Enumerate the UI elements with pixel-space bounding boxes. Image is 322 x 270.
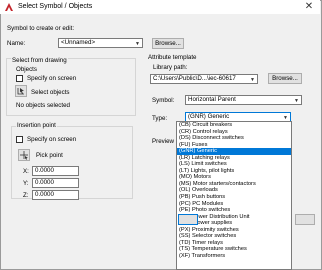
x-input[interactable]: 0.0000 [32, 166, 79, 176]
type-dropdown-list: (CB) Circuit breakers (CR) Control relay… [176, 121, 292, 270]
objects-label: Objects [16, 66, 37, 73]
library-path-dropdown[interactable]: C:\Users\Public\D...\iec-60617 ▼ [150, 74, 258, 84]
pick-point-label: Pick point [36, 152, 63, 159]
symbol-section-label: Symbol to create or edit: [7, 25, 75, 32]
library-path-value: C:\Users\Public\D...\iec-60617 [153, 75, 236, 82]
name-value: <Unnamed> [61, 39, 96, 46]
insertion-specify-on-screen-label: Specify on screen [27, 136, 77, 143]
x-label: X: [23, 168, 29, 175]
insertion-specify-on-screen-checkbox[interactable] [16, 136, 23, 143]
objects-status: No objects selected [16, 102, 70, 109]
type-value: (GNR) Generic [188, 113, 230, 120]
library-path-label: Library path: [153, 64, 188, 71]
name-label: Name: [7, 40, 26, 47]
preview-label: Preview [152, 138, 175, 145]
z-label: Z: [23, 192, 29, 199]
name-dropdown[interactable]: <Unnamed> ▼ [58, 38, 143, 48]
close-icon[interactable]: ✕ [302, 1, 316, 13]
objects-specify-on-screen-checkbox[interactable] [16, 75, 23, 82]
select-from-drawing-title: Select from drawing [11, 57, 68, 64]
y-input[interactable]: 0.0000 [32, 178, 79, 188]
autocad-logo-icon [4, 2, 14, 12]
ok-button-partial[interactable] [178, 214, 198, 225]
pick-point-icon[interactable] [18, 149, 30, 161]
type-label: Type: [152, 115, 168, 122]
window-title: Select Symbol / Objects [18, 3, 93, 10]
name-browse-button[interactable]: Browse... [152, 38, 184, 49]
type-option[interactable]: (XF) Transformers [177, 253, 291, 260]
chevron-down-icon: ▼ [250, 77, 255, 83]
symbol-label: Symbol: [152, 97, 175, 104]
library-browse-button[interactable]: Browse... [268, 73, 302, 84]
chevron-down-icon: ▼ [135, 41, 140, 47]
symbol-value: Horizontal Parent [188, 96, 236, 103]
insertion-point-title: Insertion point [16, 122, 57, 129]
y-label: Y: [23, 180, 29, 187]
chevron-down-icon: ▼ [294, 98, 299, 104]
z-input[interactable]: 0.0000 [32, 190, 79, 200]
symbol-dropdown[interactable]: Horizontal Parent ▼ [185, 95, 302, 105]
objects-specify-on-screen-label: Specify on screen [27, 75, 77, 82]
attribute-template-title: Attribute template [148, 54, 197, 61]
select-objects-icon[interactable] [15, 85, 27, 97]
help-button-partial[interactable] [295, 214, 315, 225]
select-objects-label: Select objects [31, 89, 70, 96]
